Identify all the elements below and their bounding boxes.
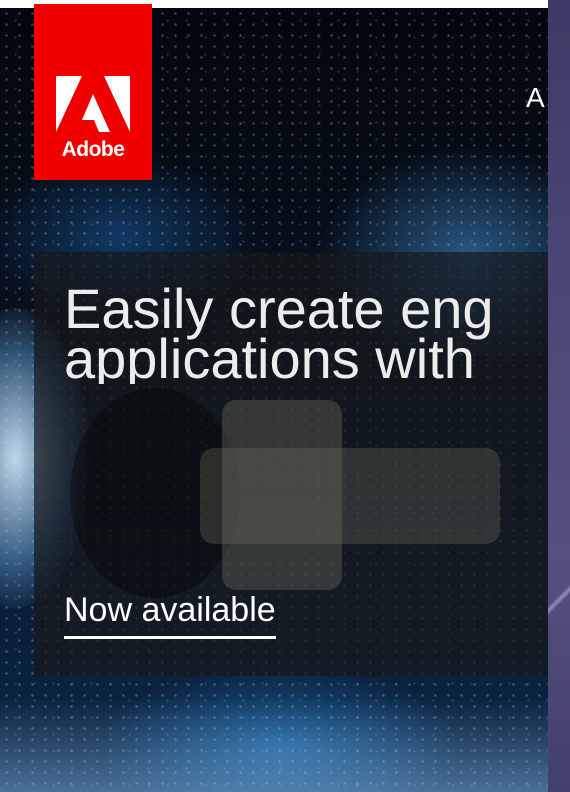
background-plus-horizontal: [200, 448, 500, 544]
nav-menu-label[interactable]: A: [526, 82, 545, 114]
hero-headline-line-2: applications with: [64, 327, 475, 385]
hero-headline: Easily create eng applications with: [64, 284, 548, 384]
now-available-link[interactable]: Now available: [64, 590, 276, 639]
side-panel-strip: [548, 0, 570, 792]
background-glow-bottom: [0, 698, 548, 792]
adobe-logo[interactable]: Adobe: [34, 4, 152, 180]
adobe-wordmark: Adobe: [61, 138, 125, 161]
adobe-a-icon: [56, 76, 130, 132]
